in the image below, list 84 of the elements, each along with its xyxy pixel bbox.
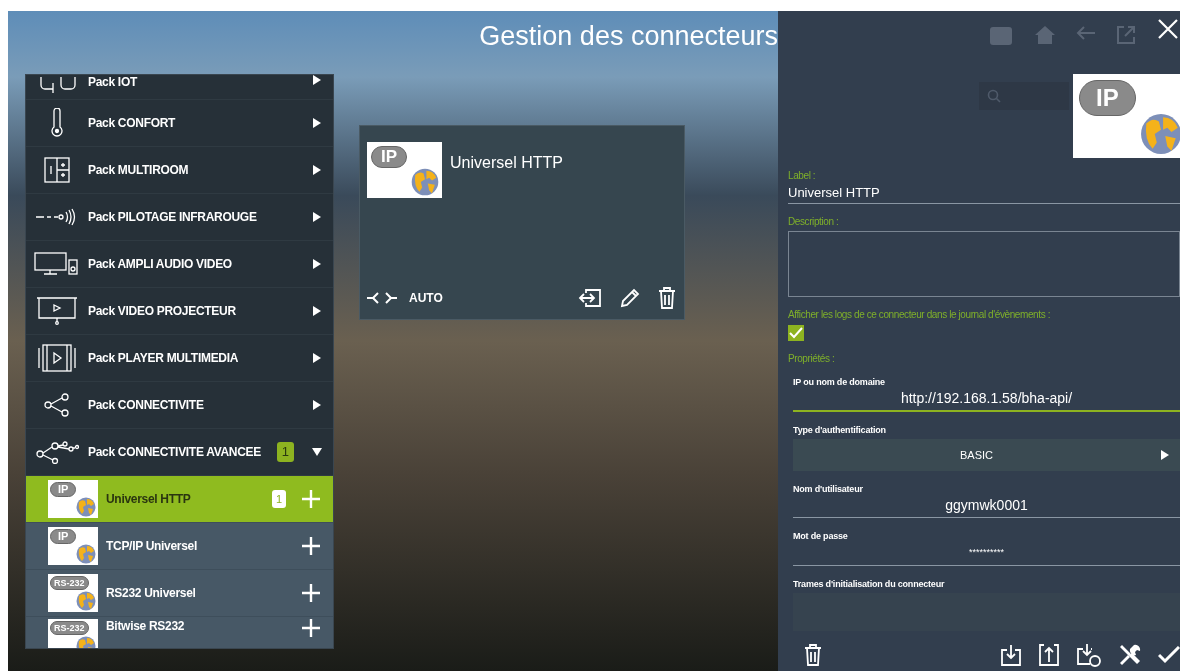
expand-arrow-icon[interactable]	[312, 118, 322, 128]
connector-label: RS232 Universel	[106, 586, 197, 600]
connector-item[interactable]: IP Universel HTTP 1	[26, 476, 333, 523]
delete-icon[interactable]	[804, 644, 822, 666]
pack-label: Pack MULTIROOM	[88, 163, 190, 177]
connector-label: Bitwise RS232	[106, 619, 186, 633]
text-field[interactable]: ggymwk0001	[793, 494, 1180, 518]
property-label: Type d'authentification	[793, 425, 887, 435]
collapse-arrow-icon[interactable]	[312, 448, 322, 456]
expand-arrow-icon[interactable]	[312, 400, 322, 410]
expand-arrow-icon[interactable]	[312, 306, 322, 316]
export-icon[interactable]	[1038, 644, 1060, 666]
globe-icon	[76, 497, 96, 517]
network-nodes-icon	[35, 440, 79, 464]
pack-label: Pack PILOTAGE INFRAROUGE	[88, 210, 258, 224]
floor-plan-icon	[43, 156, 71, 184]
label-field[interactable]: Universel HTTP	[788, 181, 1180, 204]
connector-label: Universel HTTP	[106, 492, 192, 506]
expand-arrow-icon[interactable]	[312, 165, 322, 175]
add-icon[interactable]	[302, 619, 320, 637]
globe-icon	[1140, 113, 1180, 155]
text-field[interactable]: http://192.168.1.58/bha-api/	[793, 387, 1180, 412]
share-icon	[43, 393, 71, 417]
globe-icon	[76, 544, 96, 564]
pack-label: Pack VIDEO PROJECTEUR	[88, 304, 237, 318]
pack-label: Pack CONNECTIVITE AVANCEE	[88, 445, 262, 459]
connector-label: TCP/IP Universel	[106, 539, 199, 553]
globe-icon	[411, 168, 439, 196]
protocol-label: IP	[50, 482, 77, 497]
connector-item[interactable]: RS-232 Bitwise RS232	[26, 617, 333, 648]
protocol-label: IP	[50, 529, 77, 544]
connector-item[interactable]: RS-232 RS232 Universel	[26, 570, 333, 617]
expand-arrow-icon[interactable]	[312, 212, 322, 222]
protocol-label: IP	[1079, 80, 1136, 116]
thermometer-icon	[49, 108, 65, 138]
search-icon	[987, 89, 1001, 103]
auth-type-select[interactable]: BASIC	[793, 439, 1180, 471]
count-badge: 1	[276, 442, 294, 462]
pack-label: Pack PLAYER MULTIMEDIA	[88, 351, 240, 365]
field-caption: Afficher les logs de ce connecteur dans le journal d'évènements :	[788, 309, 1051, 320]
field-caption: Label :	[788, 170, 817, 181]
property-label: IP ou nom de domaine	[793, 377, 886, 387]
checkmark-icon[interactable]	[1158, 646, 1180, 664]
field-caption: Description :	[788, 216, 840, 227]
projector-screen-icon	[36, 296, 78, 326]
pack-label: Pack IOT	[88, 75, 139, 89]
page-title: Gestion des connecteurs	[479, 20, 778, 53]
script-import-icon[interactable]	[1076, 643, 1102, 667]
property-label: Nom d'utilisateur	[793, 484, 864, 494]
logs-checkbox[interactable]	[788, 325, 804, 341]
protocol-label: RS-232	[50, 621, 89, 635]
add-icon[interactable]	[302, 537, 320, 555]
tv-speaker-icon	[34, 252, 80, 276]
pack-label: Pack AMPLI AUDIO VIDEO	[88, 257, 233, 271]
protocol-label: RS-232	[50, 576, 89, 590]
edit-icon[interactable]	[619, 287, 641, 309]
globe-icon	[76, 591, 96, 611]
link-arrow-icon[interactable]	[578, 288, 602, 308]
count-badge: 1	[271, 490, 286, 508]
property-label: Mot de passe	[793, 531, 849, 541]
connector-item[interactable]: IP TCP/IP Universel	[26, 523, 333, 570]
protocol-label: IP	[371, 146, 408, 168]
password-field[interactable]: **********	[793, 541, 1180, 566]
close-icon[interactable]	[1158, 19, 1178, 39]
delete-icon[interactable]	[658, 287, 676, 309]
description-field[interactable]	[788, 231, 1180, 297]
tools-icon[interactable]	[1118, 643, 1142, 667]
dropdown-arrow-icon	[1160, 450, 1170, 460]
media-player-icon	[37, 344, 77, 372]
expand-arrow-icon[interactable]	[312, 259, 322, 269]
pack-label: Pack CONFORT	[88, 116, 177, 130]
field-caption: Propriétés :	[788, 353, 836, 364]
select-value: BASIC	[959, 449, 994, 461]
connector-card[interactable]: IP Universel HTTP AUTO	[359, 125, 685, 320]
connector-name: Universel HTTP	[450, 154, 563, 172]
code-brackets-icon	[367, 292, 397, 304]
search-field[interactable]	[979, 82, 1069, 110]
property-label: Trames d'initialisation du connecteur	[793, 579, 946, 589]
add-icon[interactable]	[302, 584, 320, 602]
mode-label: AUTO	[409, 291, 443, 305]
pack-label: Pack CONNECTIVITE	[88, 398, 205, 412]
import-icon[interactable]	[1000, 644, 1022, 666]
expand-arrow-icon[interactable]	[312, 353, 322, 363]
expand-arrow-icon[interactable]	[312, 75, 322, 85]
